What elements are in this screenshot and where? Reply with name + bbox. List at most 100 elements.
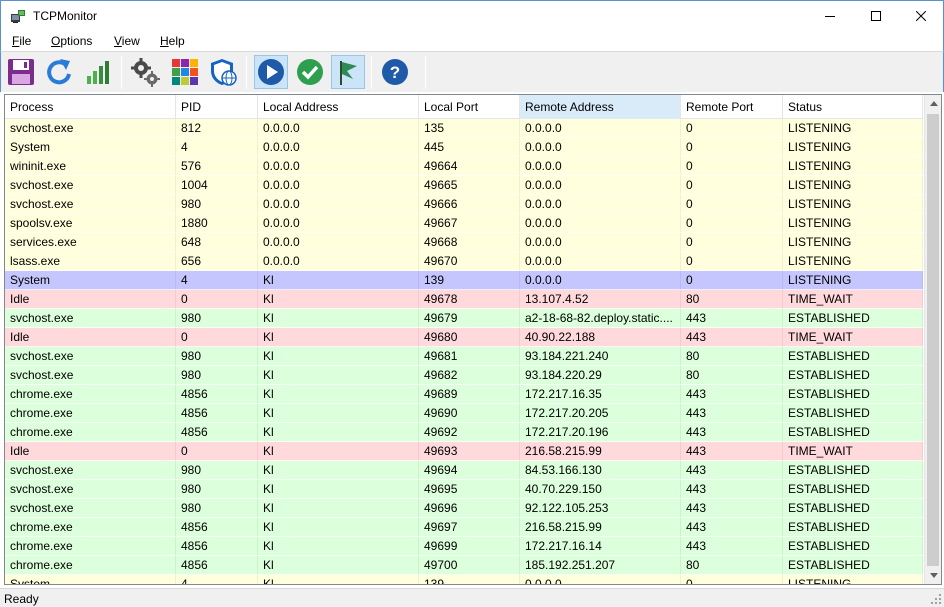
toolbar-separator [425, 56, 426, 89]
maximize-button[interactable] [853, 1, 899, 31]
cell-process: chrome.exe [5, 556, 176, 575]
table-row[interactable]: lsass.exe 656 0.0.0.0 49670 0.0.0.0 0 LISTENIN… [5, 252, 923, 271]
column-header-remote-port[interactable]: Remote Port [681, 95, 783, 119]
scrollbar-thumb[interactable] [927, 114, 939, 566]
table-row[interactable]: Idle 0 Kl 49678 13.107.4.52 80 TIME_WAIT [5, 290, 923, 309]
table-row[interactable]: chrome.exe 4856 Kl 49699 172.217.16.14 443 EST… [5, 537, 923, 556]
cell-remote-address: 40.90.22.188 [520, 328, 681, 347]
cell-pid: 648 [176, 233, 258, 252]
cell-local-address: Kl [258, 461, 419, 480]
table-row[interactable]: System 4 Kl 139 0.0.0.0 0 LISTENING [5, 271, 923, 290]
menu-options-accel: O [51, 34, 61, 48]
cell-pid: 812 [176, 119, 258, 138]
table-row[interactable]: svchost.exe 980 Kl 49682 93.184.220.29 80 ESTA… [5, 366, 923, 385]
table-row[interactable]: svchost.exe 1004 0.0.0.0 49665 0.0.0.0 0 LISTE… [5, 176, 923, 195]
cell-local-port: 49700 [419, 556, 520, 575]
firewall-button[interactable] [206, 55, 240, 89]
flag-button[interactable] [331, 55, 365, 89]
settings-button[interactable] [128, 55, 162, 89]
cell-process: chrome.exe [5, 518, 176, 537]
column-header-pid[interactable]: PID [176, 95, 258, 119]
table-row[interactable]: svchost.exe 980 Kl 49681 93.184.221.240 80 EST… [5, 347, 923, 366]
table-row[interactable]: Idle 0 Kl 49693 216.58.215.99 443 TIME_WAIT [5, 442, 923, 461]
table-row[interactable]: svchost.exe 980 Kl 49695 40.70.229.150 443 EST… [5, 480, 923, 499]
scroll-up-button[interactable] [925, 95, 941, 112]
table-row[interactable]: spoolsv.exe 1880 0.0.0.0 49667 0.0.0.0 0 LISTE… [5, 214, 923, 233]
cell-pid: 1880 [176, 214, 258, 233]
resize-grip-icon[interactable] [930, 593, 942, 605]
menu-view[interactable]: View [114, 34, 140, 48]
cell-remote-address: 172.217.20.205 [520, 404, 681, 423]
cell-process: services.exe [5, 233, 176, 252]
cell-pid: 980 [176, 347, 258, 366]
cell-remote-address: 0.0.0.0 [520, 157, 681, 176]
cell-pid: 4 [176, 138, 258, 157]
table-row[interactable]: services.exe 648 0.0.0.0 49668 0.0.0.0 0 LISTE… [5, 233, 923, 252]
save-button[interactable] [4, 55, 38, 89]
cell-local-port: 49692 [419, 423, 520, 442]
table-row[interactable]: System 4 0.0.0.0 445 0.0.0.0 0 LISTENING [5, 138, 923, 157]
table-row[interactable]: chrome.exe 4856 Kl 49697 216.58.215.99 443 EST… [5, 518, 923, 537]
menu-help[interactable]: Help [160, 34, 185, 48]
cell-local-address: 0.0.0.0 [258, 176, 419, 195]
close-button[interactable] [898, 1, 944, 31]
cell-status: ESTABLISHED [783, 518, 923, 537]
cell-status: LISTENING [783, 214, 923, 233]
refresh-button[interactable] [42, 55, 76, 89]
cell-remote-address: 93.184.220.29 [520, 366, 681, 385]
column-header-process[interactable]: Process [5, 95, 176, 119]
table-row[interactable]: chrome.exe 4856 Kl 49700 185.192.251.207 80 ES… [5, 556, 923, 575]
minimize-icon [825, 16, 835, 17]
shield-globe-icon [211, 59, 237, 86]
cell-local-address: 0.0.0.0 [258, 233, 419, 252]
column-header-remote-address[interactable]: Remote Address [520, 95, 681, 119]
cell-remote-port: 443 [681, 461, 783, 480]
table-row[interactable]: svchost.exe 980 Kl 49694 84.53.166.130 443 EST… [5, 461, 923, 480]
menu-help-accel: H [160, 34, 169, 48]
cell-pid: 0 [176, 442, 258, 461]
svg-text:?: ? [390, 63, 400, 82]
cell-local-port: 49689 [419, 385, 520, 404]
cell-local-address: Kl [258, 499, 419, 518]
menu-options[interactable]: Options [51, 34, 92, 48]
table-row[interactable]: chrome.exe 4856 Kl 49692 172.217.20.196 443 ES… [5, 423, 923, 442]
table-row[interactable]: chrome.exe 4856 Kl 49690 172.217.20.205 443 ES… [5, 404, 923, 423]
colors-button[interactable] [168, 55, 202, 89]
table-row[interactable]: System 4 Kl 139 0.0.0.0 0 LISTENING [5, 575, 923, 584]
toolbar-separator [371, 56, 372, 89]
cell-remote-port: 0 [681, 138, 783, 157]
table-row[interactable]: chrome.exe 4856 Kl 49689 172.217.16.35 443 EST… [5, 385, 923, 404]
start-capture-button[interactable] [254, 55, 288, 89]
cell-local-port: 49682 [419, 366, 520, 385]
cell-remote-address: 93.184.221.240 [520, 347, 681, 366]
help-button[interactable]: ? [378, 55, 412, 89]
table-row[interactable]: Idle 0 Kl 49680 40.90.22.188 443 TIME_WAIT [5, 328, 923, 347]
cell-pid: 4856 [176, 556, 258, 575]
column-header-local-port[interactable]: Local Port [419, 95, 520, 119]
cell-process: svchost.exe [5, 461, 176, 480]
verify-button[interactable] [293, 55, 327, 89]
scroll-down-button[interactable] [925, 567, 941, 584]
cell-pid: 980 [176, 499, 258, 518]
table-row[interactable]: svchost.exe 812 0.0.0.0 135 0.0.0.0 0 LISTENIN… [5, 119, 923, 138]
cell-pid: 4 [176, 271, 258, 290]
cell-status: TIME_WAIT [783, 290, 923, 309]
table-row[interactable]: svchost.exe 980 0.0.0.0 49666 0.0.0.0 0 LISTEN… [5, 195, 923, 214]
table-row[interactable]: svchost.exe 980 Kl 49679 a2-18-68-82.deploy.… [5, 309, 923, 328]
statistics-button[interactable] [81, 55, 115, 89]
table-row[interactable]: wininit.exe 576 0.0.0.0 49664 0.0.0.0 0 LISTEN… [5, 157, 923, 176]
column-header-local-address[interactable]: Local Address [258, 95, 419, 119]
close-icon [916, 11, 926, 21]
vertical-scrollbar[interactable] [924, 95, 941, 584]
table-row[interactable]: svchost.exe 980 Kl 49696 92.122.105.253 443 ES… [5, 499, 923, 518]
cell-remote-address: 0.0.0.0 [520, 138, 681, 157]
cell-process: svchost.exe [5, 119, 176, 138]
cell-status: LISTENING [783, 157, 923, 176]
cell-local-port: 49681 [419, 347, 520, 366]
connections-table[interactable]: Process PID Local Address Local Port Rem… [4, 94, 942, 585]
cell-status: ESTABLISHED [783, 423, 923, 442]
minimize-button[interactable] [807, 1, 853, 31]
flag-icon [340, 61, 357, 85]
menu-file[interactable]: File [12, 34, 31, 48]
column-header-status[interactable]: Status [783, 95, 923, 119]
